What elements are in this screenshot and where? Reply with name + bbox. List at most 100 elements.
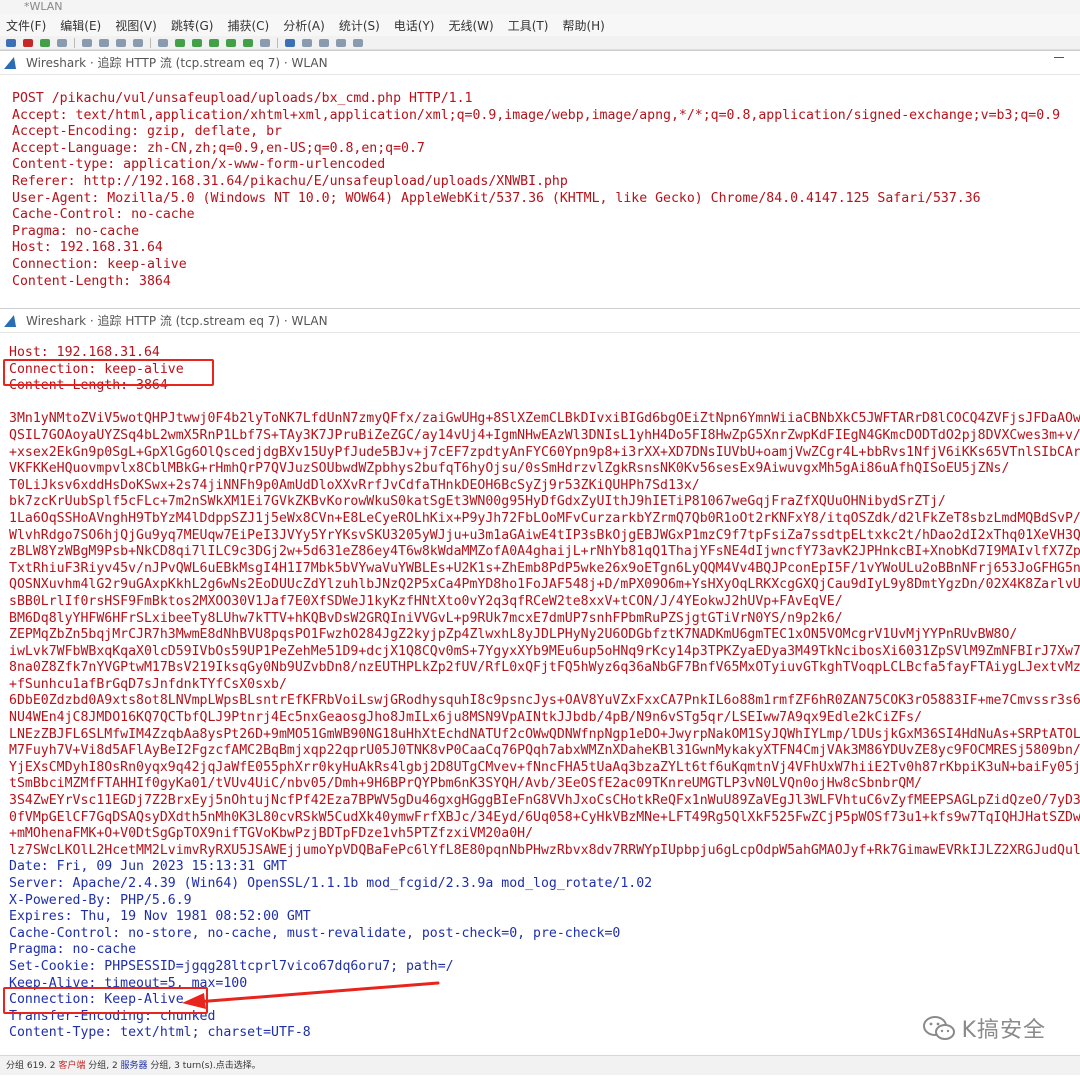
shark-fin-start-icon[interactable] [6, 38, 16, 47]
request-line: 6DbE0Zdzbd0A9xts8ot8LNVmpLWpsBLsntrEfKFR… [9, 693, 1080, 709]
resize-columns-icon[interactable] [353, 38, 363, 47]
window-titlebar[interactable]: Wireshark · 追踪 HTTP 流 (tcp.stream eq 7) … [0, 309, 1080, 333]
request-line: Cache-Control: no-cache [12, 207, 195, 223]
request-line: Content-Length: 3864 [12, 273, 171, 289]
close-file-icon[interactable] [116, 38, 126, 47]
request-line: Content-Length: 3864 [9, 378, 168, 394]
toolbar-separator [277, 37, 278, 48]
window-title: Wireshark · 追踪 HTTP 流 (tcp.stream eq 7) … [26, 314, 328, 328]
menu-item[interactable]: 电话(Y) [394, 17, 435, 34]
forward-icon[interactable] [192, 38, 202, 47]
response-line: Date: Fri, 09 Jun 2023 15:13:31 GMT [9, 859, 287, 875]
menu-item[interactable]: 无线(W) [449, 17, 494, 34]
response-line: Expires: Thu, 19 Nov 1981 08:52:00 GMT [9, 909, 311, 925]
request-line: Accept-Encoding: gzip, deflate, br [12, 124, 282, 140]
menu-item[interactable]: 文件(F) [6, 17, 46, 34]
request-line: Accept: text/html,application/xhtml+xml,… [12, 107, 1061, 123]
request-line: Host: 192.168.31.64 [12, 240, 163, 256]
request-line: Referer: http://192.168.31.64/pikachu/E/… [12, 173, 568, 189]
request-line: 3Mn1yNMtoZViV5wotQHPJtwwj0F4b2lyToNK7Lfd… [9, 411, 1080, 427]
save-icon[interactable] [99, 38, 109, 47]
minimize-icon[interactable] [1054, 57, 1064, 58]
status-server[interactable]: 服务器 [121, 1061, 148, 1071]
watermark: K搞安全 [922, 1012, 1046, 1044]
request-line: Content-type: application/x-www-form-url… [12, 157, 386, 173]
menu-item[interactable]: 统计(S) [339, 17, 380, 34]
request-line: 3S4ZwEYrVsc11EGDj7Z2BrxEyj5nOhtujNcfPf42… [9, 793, 1080, 809]
request-line: tSmBbciMZMfFTAHHIf0gyKa01/tVUv4UiC/nbv05… [9, 776, 923, 792]
status-suffix: 分组, 3 turn(s).点击选择。 [147, 1061, 261, 1071]
stream-content[interactable]: Host: 192.168.31.64 Connection: keep-aliv… [0, 333, 1080, 1055]
stream-content[interactable]: POST /pikachu/vul/unsafeupload/uploads/b… [0, 75, 1080, 307]
request-line: sBB0LrlIf0rsHSF9FmBktos2MXOO30V1Jaf7E0Xf… [9, 593, 843, 609]
reload-icon[interactable] [133, 38, 143, 47]
wireshark-fin-icon [4, 56, 20, 69]
stop-icon[interactable] [23, 38, 33, 47]
menu-item[interactable]: 分析(A) [283, 17, 325, 34]
status-mid: 分组, 2 [85, 1061, 121, 1071]
main-toolbar [0, 36, 1080, 50]
colorize-icon[interactable] [285, 38, 295, 47]
request-line: 8na0Z8Zfk7nYVGPtwM17BsV219IksqGy0Nb9UZvb… [9, 660, 1080, 676]
response-line: Set-Cookie: PHPSESSID=jgqg28ltcprl7vico6… [9, 958, 454, 974]
zoom-in-icon[interactable] [302, 38, 312, 47]
request-line: NU4WEn4jC8JMDO16KQ7QCTbfQLJ9Ptnrj4Ec5nxG… [9, 710, 923, 726]
request-line: QOSNXuvhm4lG2r9uGAxpKkhL2g6wNs2EoDUUcZdY… [9, 577, 1080, 593]
autoscroll-icon[interactable] [260, 38, 270, 47]
red-arrow-annotation [182, 981, 440, 1009]
zoom-out-icon[interactable] [319, 38, 329, 47]
status-bar: 分组 619. 2 客户端 分组, 2 服务器 分组, 3 turn(s).点击… [0, 1055, 1080, 1075]
request-line [9, 395, 1080, 412]
back-icon[interactable] [175, 38, 185, 47]
open-icon[interactable] [82, 38, 92, 47]
menu-item[interactable]: 编辑(E) [60, 17, 101, 34]
status-prefix: 分组 619. 2 [6, 1061, 59, 1071]
request-line: User-Agent: Mozilla/5.0 (Windows NT 10.0… [12, 190, 981, 206]
menu-item[interactable]: 工具(T) [508, 17, 549, 34]
request-line: bk7zcKrUubSplf5cFLc+7m2nSWkXM1Ei7GVkZKBv… [9, 494, 946, 510]
response-line: Server: Apache/2.4.39 (Win64) OpenSSL/1.… [9, 876, 653, 891]
request-line: 0fVMpGElCF7GqDSAQsyDXdth5nMh0K3L80cvRSkW… [9, 809, 1080, 825]
request-line: LNEzZBJFL6SLMfwIM4ZzqbAa8ysPt26D+9mMO51G… [9, 726, 1080, 742]
response-line: Pragma: no-cache [9, 942, 137, 958]
request-line: iwLvk7WFbWBxqKqaX0lcD59IVbOs59UP1PeZehMe… [9, 643, 1080, 659]
last-icon[interactable] [243, 38, 253, 47]
request-line: Connection: keep-alive [12, 256, 187, 272]
goto-icon[interactable] [209, 38, 219, 47]
request-line: +fSunhcu1afBrGqD7sJnfdnkTYfCsX0sxb/ [9, 676, 287, 692]
zoom-reset-icon[interactable] [336, 38, 346, 47]
find-icon[interactable] [158, 38, 168, 47]
menu-bar: 文件(F) 编辑(E) 视图(V) 跳转(G) 捕获(C) 分析(A) 统计(S) 电话(Y)… [0, 14, 1080, 36]
request-line: M7Fuyh7V+Vi8d5AFlAyBeI2FgzcfAMC2BqBmjxqp… [9, 743, 1080, 759]
request-line: POST /pikachu/vul/unsafeupload/uploads/b… [12, 91, 473, 106]
menu-item[interactable]: 帮助(H) [562, 17, 604, 34]
first-icon[interactable] [226, 38, 236, 47]
menu-item[interactable]: 捕获(C) [227, 17, 269, 34]
toolbar-separator [150, 37, 151, 48]
window-title: Wireshark · 追踪 HTTP 流 (tcp.stream eq 7) … [26, 56, 328, 70]
request-line: +xsex2EkGn9p0SgL+GpXlGg6OlQscedjdgBXv15U… [9, 444, 1080, 460]
response-line: Cache-Control: no-store, no-cache, must-… [9, 925, 621, 941]
menu-item[interactable]: 视图(V) [115, 17, 157, 34]
status-client[interactable]: 客户端 [58, 1061, 85, 1071]
request-line: VKFKKeHQuovmpvlx8CblMBkG+rHmhQrP7QVJuzSO… [9, 461, 1010, 477]
request-line: BM6Dq8lyYHFW6HFrSLxibeeTy8LUhw7kTTV+hKQB… [9, 610, 843, 626]
request-line: +mMOhenaFMK+O+V0DtSgGpTOX9nifTGVoKbwPzjB… [9, 826, 534, 842]
options-icon[interactable] [57, 38, 67, 47]
request-line: 1La6OqSSHoAVnghH9TbYzM4lDdppSZJ1j5eWx8CV… [9, 510, 1080, 526]
window-titlebar[interactable]: Wireshark · 追踪 HTTP 流 (tcp.stream eq 7) … [0, 51, 1080, 75]
request-line: Accept-Language: zh-CN,zh;q=0.9,en-US;q=… [12, 140, 425, 156]
request-line: lz7SWcLKOlL2HcetMM2LvimvRyRXU5JSAWEjjumo… [9, 842, 1080, 858]
restart-icon[interactable] [40, 38, 50, 47]
response-line: Content-Type: text/html; charset=UTF-8 [9, 1025, 311, 1041]
follow-stream-window-request: Wireshark · 追踪 HTTP 流 (tcp.stream eq 7) … [0, 50, 1080, 309]
request-line: T0LiJksv6xddHsDoKSwx+2s74jiNNFh9p0AmUdDl… [9, 477, 700, 493]
request-line: YjEXsCMDyhI8OsRn0yqx9q42jqJaWfE055phXrr0… [9, 759, 1080, 775]
menu-item[interactable]: 跳转(G) [171, 17, 214, 34]
request-line: Connection: keep-alive [9, 361, 184, 377]
watermark-text: K搞安全 [961, 1018, 1046, 1043]
request-line: QSIL7GOAoyaUYZSq4bL2wmX5RnP1Lbf7S+TAy3K7… [9, 427, 1080, 443]
request-line: TxtRhiuF3Riyv45v/nJPvQWL6uEBkMsgI4H1I7Mb… [9, 560, 1080, 576]
request-line: WlvhRdgo7SO6hjQjGu9yq7MEUqw7EiPeI3JVYy5Y… [9, 527, 1080, 543]
request-line: ZEPMqZbZn5bqjMrCJR7h3MwmE8dNhBVU8pqsPO1F… [9, 627, 1018, 643]
